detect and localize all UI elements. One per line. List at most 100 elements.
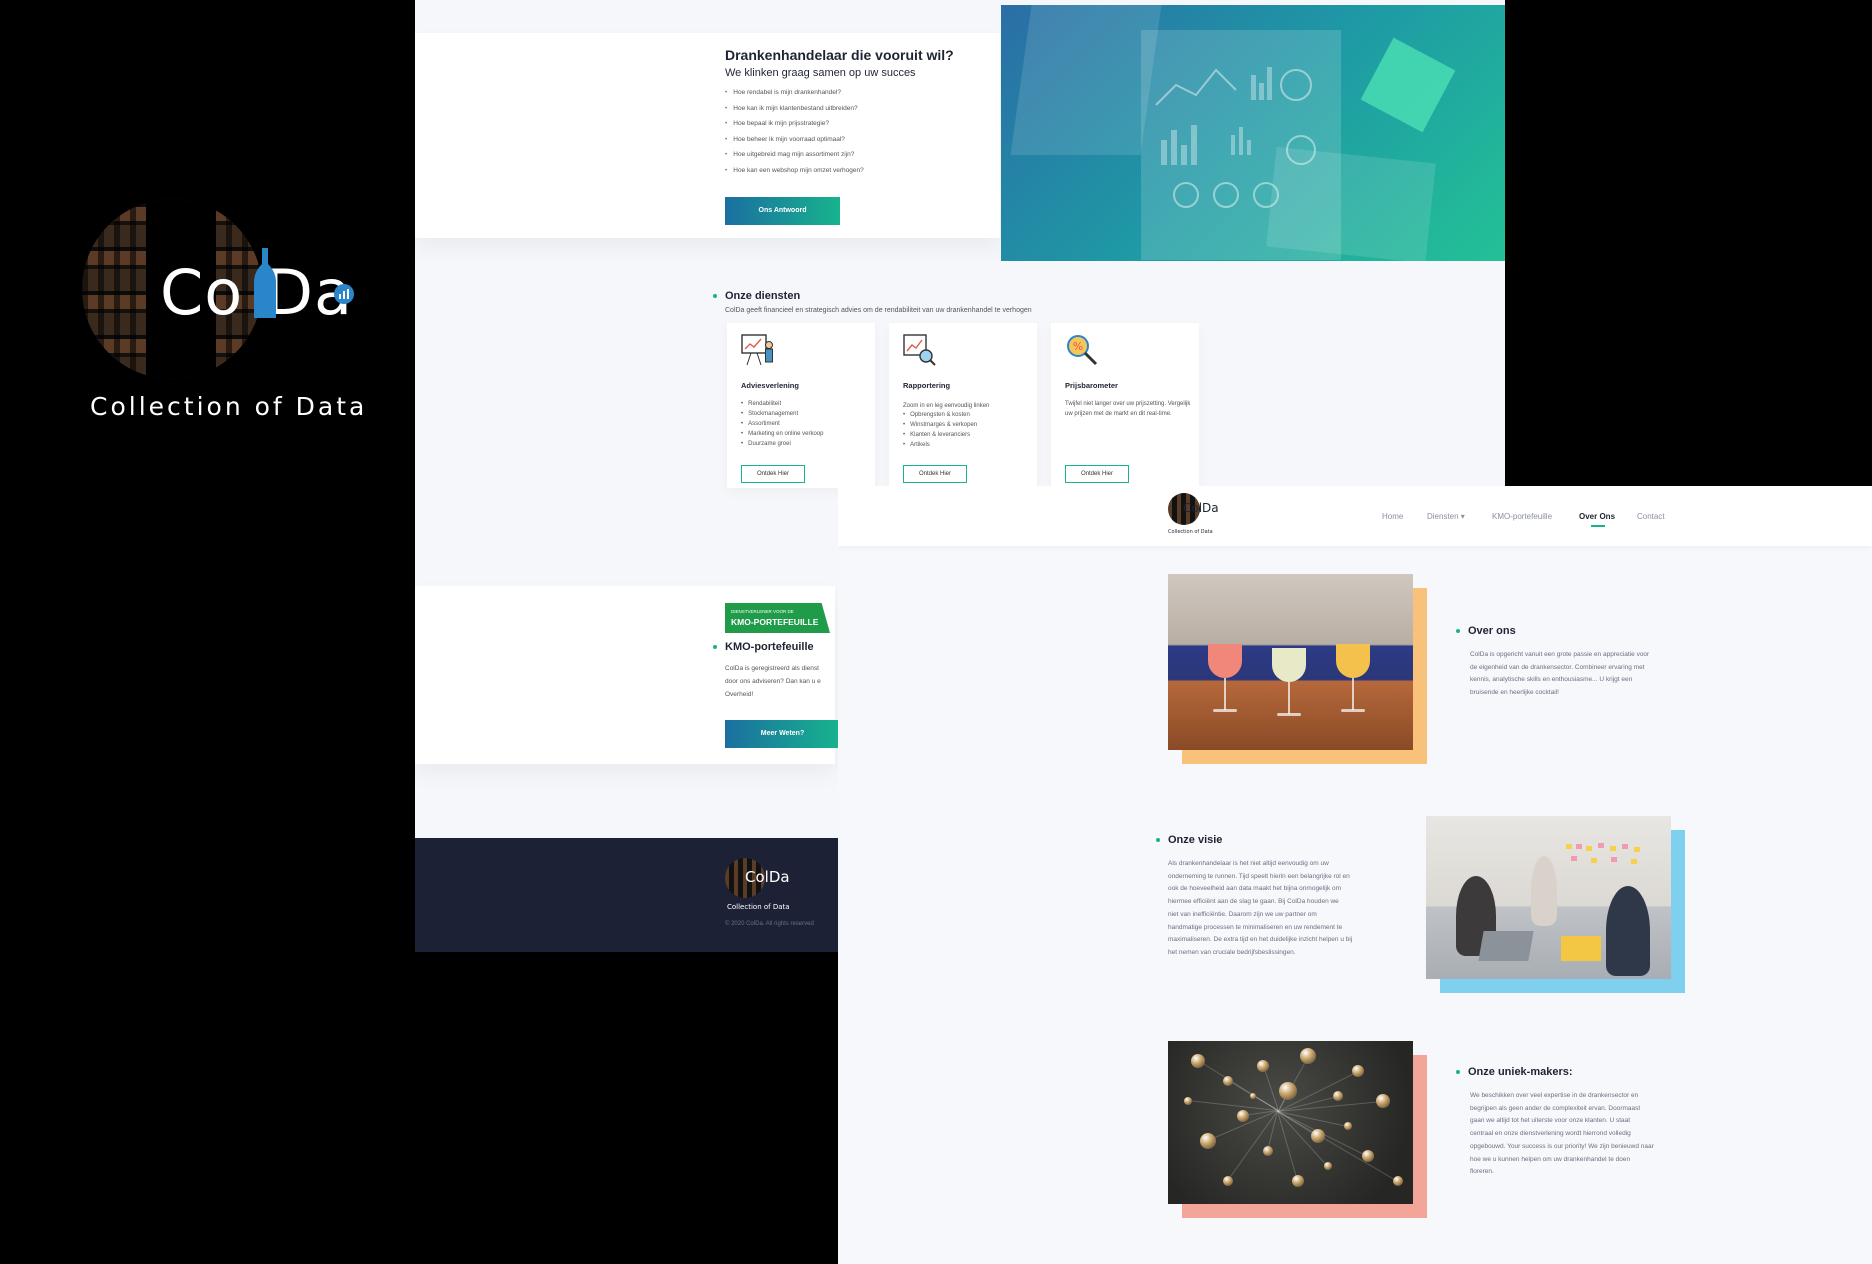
hero-question-list: Hoe rendabel is mijn drankenhandel? Hoe … bbox=[725, 89, 864, 183]
glass-foot bbox=[1213, 709, 1237, 712]
service-intro: Zoom in en leg eenvoudig linken bbox=[903, 403, 990, 409]
ontdek-hier-button[interactable]: Ontdek Hier bbox=[903, 465, 967, 483]
list-item: Hoe kan een webshop mijn omzet verhogen? bbox=[725, 167, 863, 183]
active-tab-indicator bbox=[1591, 525, 1605, 527]
list-item: Hoe kan ik mijn klantenbestand uitbreide… bbox=[725, 105, 864, 121]
bullet-dot-icon bbox=[1456, 1070, 1460, 1075]
sphere bbox=[1263, 1146, 1273, 1156]
nav-diensten[interactable]: Diensten ▾ bbox=[1427, 512, 1465, 521]
list-item: Opbrengsten & kosten bbox=[903, 412, 977, 422]
cocktail-glass bbox=[1336, 644, 1370, 678]
service-list: Rendabiliteit Stockmanagement Assortimen… bbox=[741, 401, 824, 451]
sphere bbox=[1184, 1097, 1192, 1105]
charts-illustration bbox=[1155, 67, 1316, 208]
sticky-note bbox=[1611, 857, 1617, 862]
sphere bbox=[1292, 1175, 1304, 1187]
kmo-text: ColDa is geregistreerd als dienst door o… bbox=[725, 665, 821, 698]
sphere bbox=[1257, 1060, 1269, 1072]
price-search-icon: % bbox=[1067, 335, 1098, 366]
list-item: Klanten & leveranciers bbox=[903, 432, 977, 442]
hero-image-analytics bbox=[1001, 5, 1505, 261]
sticky-note bbox=[1622, 844, 1628, 849]
over-ons-heading: Over ons bbox=[1456, 625, 1516, 637]
sphere bbox=[1344, 1122, 1352, 1130]
list-item: Hoe uitgebreid mag mijn assortiment zijn… bbox=[725, 151, 864, 167]
cocktail-glass bbox=[1272, 648, 1306, 682]
service-card-prijsbarometer: % Prijsbarometer Twijfel niet langer ove… bbox=[1051, 323, 1199, 488]
sticky-note bbox=[1586, 846, 1592, 851]
sphere bbox=[1362, 1150, 1374, 1162]
meer-weten-button[interactable]: Meer Weten? bbox=[725, 720, 840, 748]
spheres-photo bbox=[1168, 1041, 1413, 1204]
sticky-note bbox=[1566, 844, 1572, 849]
nav-kmo-portefeuille[interactable]: KMO-portefeuille bbox=[1492, 512, 1552, 521]
bullet-dot-icon bbox=[1456, 629, 1460, 634]
sticky-note bbox=[1634, 847, 1640, 852]
svg-text:%: % bbox=[1073, 340, 1083, 353]
sphere bbox=[1376, 1094, 1390, 1108]
service-title: Prijsbarometer bbox=[1065, 381, 1118, 390]
service-title: Rapportering bbox=[903, 381, 951, 390]
presentation-icon bbox=[741, 334, 773, 366]
sphere bbox=[1311, 1129, 1325, 1143]
cocktails-photo bbox=[1168, 574, 1413, 750]
light-ray bbox=[1277, 1111, 1398, 1182]
hero-title: Drankenhandelaar die vooruit wil? bbox=[725, 47, 954, 63]
service-card-adviesverlening: Adviesverlening Rendabiliteit Stockmanag… bbox=[727, 323, 875, 488]
nav-contact[interactable]: Contact bbox=[1637, 512, 1665, 521]
service-list: Opbrengsten & kosten Winstmarges & verko… bbox=[903, 412, 977, 452]
sphere bbox=[1333, 1091, 1343, 1101]
list-item: Rendabiliteit bbox=[741, 401, 824, 411]
top-navigation: ColDa Collection of Data Home Diensten ▾… bbox=[838, 486, 1872, 546]
kmo-heading: KMO-portefeuille bbox=[713, 641, 814, 653]
list-item: Hoe bepaal ik mijn prijsstrategie? bbox=[725, 120, 864, 136]
sticky-note bbox=[1591, 858, 1597, 863]
nav-over-ons[interactable]: Over Ons bbox=[1579, 512, 1615, 521]
bullet-dot-icon bbox=[1156, 838, 1160, 843]
sphere bbox=[1237, 1110, 1249, 1122]
sphere bbox=[1279, 1082, 1297, 1100]
nav-home[interactable]: Home bbox=[1382, 512, 1403, 521]
list-item: Hoe rendabel is mijn drankenhandel? bbox=[725, 89, 864, 105]
list-item: Stockmanagement bbox=[741, 411, 824, 421]
glass-stem bbox=[1352, 678, 1354, 710]
glass-foot bbox=[1341, 709, 1365, 712]
hero-subtitle: We klinken graag samen op uw succes bbox=[725, 67, 916, 79]
list-item: Artikels bbox=[903, 442, 977, 452]
logo-tagline: Collection of Data bbox=[90, 392, 368, 421]
list-item: Marketing en online verkoop bbox=[741, 431, 823, 441]
sphere bbox=[1300, 1048, 1316, 1064]
laptop-shape bbox=[1010, 5, 1162, 155]
over-ons-screenshot: ColDa Collection of Data Home Diensten ▾… bbox=[838, 486, 1872, 1264]
sphere bbox=[1324, 1162, 1332, 1170]
sphere bbox=[1352, 1065, 1364, 1077]
sticky-note bbox=[1631, 859, 1637, 864]
services-subtitle: ColDa geeft financieel en strategisch ad… bbox=[725, 307, 1032, 314]
ontdek-hier-button[interactable]: Ontdek Hier bbox=[1065, 465, 1129, 483]
sticky-note bbox=[1576, 844, 1582, 849]
bottle-icon bbox=[254, 248, 276, 318]
uniek-text: We beschikken over veel expertise in de … bbox=[1470, 1092, 1654, 1176]
sticky-note-shape bbox=[1360, 37, 1456, 133]
glass-foot bbox=[1277, 713, 1301, 716]
glass-stem bbox=[1288, 682, 1290, 714]
sphere bbox=[1393, 1176, 1403, 1186]
service-title: Adviesverlening bbox=[741, 381, 799, 390]
service-card-rapportering: Rapportering Zoom in en leg eenvoudig li… bbox=[889, 323, 1037, 488]
uniek-heading: Onze uniek-makers: bbox=[1456, 1066, 1573, 1078]
sphere bbox=[1223, 1076, 1233, 1086]
sphere bbox=[1200, 1133, 1216, 1149]
cocktail-glass bbox=[1208, 644, 1242, 678]
visie-text: Als drankenhandelaar is het niet altijd … bbox=[1168, 860, 1353, 956]
list-item: Assortiment bbox=[741, 421, 824, 431]
brand-logo-large: Co Da Collection of Data bbox=[82, 196, 382, 426]
sticky-note bbox=[1598, 843, 1604, 848]
over-ons-text: ColDa is opgericht vanuit een grote pass… bbox=[1470, 651, 1650, 697]
glass-stem bbox=[1224, 678, 1226, 710]
laptop bbox=[1478, 931, 1534, 961]
sphere bbox=[1191, 1054, 1205, 1068]
visie-heading: Onze visie bbox=[1156, 834, 1222, 846]
hero-card: Drankenhandelaar die vooruit wil? We kli… bbox=[415, 33, 1000, 238]
ontdek-hier-button[interactable]: Ontdek Hier bbox=[741, 465, 805, 483]
ons-antwoord-button[interactable]: Ons Antwoord bbox=[725, 197, 840, 225]
